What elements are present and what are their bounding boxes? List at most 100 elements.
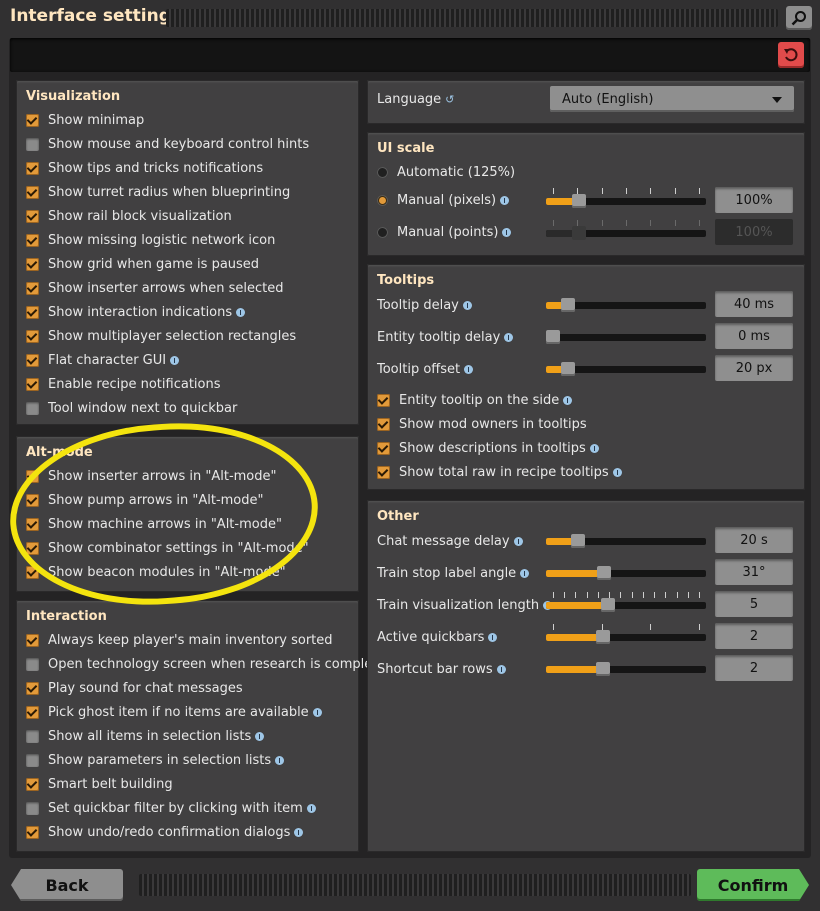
other-value[interactable]: 2 bbox=[715, 623, 793, 649]
interaction-checkbox-row[interactable]: Show parameters in selection lists bbox=[26, 750, 285, 770]
uiscale-automatic-option[interactable]: Automatic (125%) bbox=[377, 162, 515, 182]
interaction-checkbox-row[interactable]: Set quickbar filter by clicking with ite… bbox=[26, 798, 316, 818]
slider-thumb[interactable] bbox=[597, 566, 611, 580]
tooltip-value[interactable]: 0 ms bbox=[715, 323, 793, 349]
slider-thumb[interactable] bbox=[546, 330, 560, 344]
visualization-checkbox-row[interactable]: Show interaction indications bbox=[26, 302, 246, 322]
checkbox[interactable] bbox=[26, 705, 39, 719]
checkbox[interactable] bbox=[26, 541, 39, 555]
manual-points-radio[interactable] bbox=[377, 226, 388, 238]
checkbox[interactable] bbox=[26, 825, 39, 839]
checkbox[interactable] bbox=[26, 633, 39, 647]
other-slider[interactable] bbox=[546, 560, 706, 580]
altmode-checkbox-row[interactable]: Show pump arrows in "Alt-mode" bbox=[26, 490, 263, 510]
altmode-checkbox-row[interactable]: Show inserter arrows in "Alt-mode" bbox=[26, 466, 276, 486]
checkbox[interactable] bbox=[26, 257, 39, 271]
checkbox[interactable] bbox=[26, 113, 39, 127]
tooltip-value[interactable]: 20 px bbox=[715, 355, 793, 381]
tooltips-checkbox-row[interactable]: Show mod owners in tooltips bbox=[377, 414, 587, 434]
tooltip-value[interactable]: 40 ms bbox=[715, 291, 793, 317]
tooltip-slider[interactable] bbox=[546, 356, 706, 376]
other-value[interactable]: 31° bbox=[715, 559, 793, 585]
checkbox[interactable] bbox=[26, 281, 39, 295]
slider-thumb[interactable] bbox=[601, 598, 615, 612]
checkbox[interactable] bbox=[26, 777, 39, 791]
checkbox[interactable] bbox=[26, 565, 39, 579]
uiscale-manual-pixels-option[interactable]: Manual (pixels) bbox=[377, 190, 510, 210]
tooltips-checkbox-row[interactable]: Show total raw in recipe tooltips bbox=[377, 462, 622, 482]
checkbox[interactable] bbox=[26, 353, 39, 367]
checkbox[interactable] bbox=[26, 469, 39, 483]
reset-button[interactable] bbox=[778, 42, 804, 68]
slider-thumb[interactable] bbox=[571, 534, 585, 548]
visualization-checkbox-row[interactable]: Show minimap bbox=[26, 110, 144, 130]
checkbox[interactable] bbox=[26, 681, 39, 695]
other-slider[interactable] bbox=[546, 592, 706, 612]
interaction-checkbox-row[interactable]: Pick ghost item if no items are availabl… bbox=[26, 702, 322, 722]
visualization-checkbox-row[interactable]: Show missing logistic network icon bbox=[26, 230, 275, 250]
checkbox[interactable] bbox=[26, 233, 39, 247]
language-dropdown[interactable]: Auto (English) bbox=[550, 86, 794, 112]
interaction-checkbox-row[interactable]: Open technology screen when research is … bbox=[26, 654, 394, 674]
checkbox[interactable] bbox=[26, 329, 39, 343]
slider-thumb[interactable] bbox=[572, 194, 586, 208]
checkbox[interactable] bbox=[377, 417, 390, 431]
interaction-checkbox-row[interactable]: Show all items in selection lists bbox=[26, 726, 265, 746]
automatic-radio[interactable] bbox=[377, 166, 388, 178]
other-value[interactable]: 20 s bbox=[715, 527, 793, 553]
tooltips-checkbox-row[interactable]: Entity tooltip on the side bbox=[377, 390, 573, 410]
visualization-checkbox-row[interactable]: Show tips and tricks notifications bbox=[26, 158, 263, 178]
checkbox[interactable] bbox=[26, 729, 39, 743]
checkbox[interactable] bbox=[26, 801, 39, 815]
tooltip-slider[interactable] bbox=[546, 324, 706, 344]
slider-thumb[interactable] bbox=[596, 630, 610, 644]
interaction-checkbox-row[interactable]: Play sound for chat messages bbox=[26, 678, 243, 698]
title-drag-handle[interactable] bbox=[166, 9, 778, 27]
manual-pixels-value[interactable]: 100% bbox=[715, 187, 793, 213]
tooltips-checkbox-row[interactable]: Show descriptions in tooltips bbox=[377, 438, 599, 458]
interaction-checkbox-row[interactable]: Always keep player's main inventory sort… bbox=[26, 630, 333, 650]
visualization-checkbox-row[interactable]: Show grid when game is paused bbox=[26, 254, 259, 274]
checkbox[interactable] bbox=[377, 465, 390, 479]
altmode-checkbox-row[interactable]: Show beacon modules in "Alt-mode" bbox=[26, 562, 286, 582]
checkbox[interactable] bbox=[26, 305, 39, 319]
slider-thumb[interactable] bbox=[572, 226, 586, 240]
interaction-checkbox-row[interactable]: Smart belt building bbox=[26, 774, 173, 794]
checkbox[interactable] bbox=[377, 393, 390, 407]
altmode-checkbox-row[interactable]: Show combinator settings in "Alt-mode" bbox=[26, 538, 309, 558]
slider-thumb[interactable] bbox=[596, 662, 610, 676]
interaction-checkbox-row[interactable]: Show undo/redo confirmation dialogs bbox=[26, 822, 304, 842]
checkbox[interactable] bbox=[26, 377, 39, 391]
checkbox[interactable] bbox=[26, 517, 39, 531]
altmode-checkbox-row[interactable]: Show machine arrows in "Alt-mode" bbox=[26, 514, 282, 534]
manual-pixels-radio[interactable] bbox=[377, 194, 388, 206]
slider-thumb[interactable] bbox=[561, 362, 575, 376]
tooltip-slider[interactable] bbox=[546, 292, 706, 312]
checkbox[interactable] bbox=[26, 493, 39, 507]
checkbox[interactable] bbox=[26, 185, 39, 199]
other-slider[interactable] bbox=[546, 656, 706, 676]
visualization-checkbox-row[interactable]: Enable recipe notifications bbox=[26, 374, 221, 394]
visualization-checkbox-row[interactable]: Show multiplayer selection rectangles bbox=[26, 326, 296, 346]
other-slider[interactable] bbox=[546, 624, 706, 644]
checkbox[interactable] bbox=[26, 209, 39, 223]
other-value[interactable]: 2 bbox=[715, 655, 793, 681]
visualization-checkbox-row[interactable]: Show rail block visualization bbox=[26, 206, 232, 226]
uiscale-manual-points-option[interactable]: Manual (points) bbox=[377, 222, 512, 242]
manual-pixels-slider[interactable] bbox=[546, 188, 706, 208]
back-button[interactable]: Back bbox=[11, 869, 123, 901]
visualization-checkbox-row[interactable]: Tool window next to quickbar bbox=[26, 398, 237, 418]
slider-thumb[interactable] bbox=[561, 298, 575, 312]
checkbox[interactable] bbox=[377, 441, 390, 455]
checkbox[interactable] bbox=[26, 137, 39, 151]
confirm-button[interactable]: Confirm bbox=[697, 869, 809, 901]
search-button[interactable] bbox=[786, 6, 812, 30]
visualization-checkbox-row[interactable]: Show mouse and keyboard control hints bbox=[26, 134, 309, 154]
visualization-checkbox-row[interactable]: Flat character GUI bbox=[26, 350, 180, 370]
visualization-checkbox-row[interactable]: Show turret radius when blueprinting bbox=[26, 182, 290, 202]
checkbox[interactable] bbox=[26, 161, 39, 175]
other-slider[interactable] bbox=[546, 528, 706, 548]
checkbox[interactable] bbox=[26, 753, 39, 767]
other-value[interactable]: 5 bbox=[715, 591, 793, 617]
checkbox[interactable] bbox=[26, 657, 39, 671]
